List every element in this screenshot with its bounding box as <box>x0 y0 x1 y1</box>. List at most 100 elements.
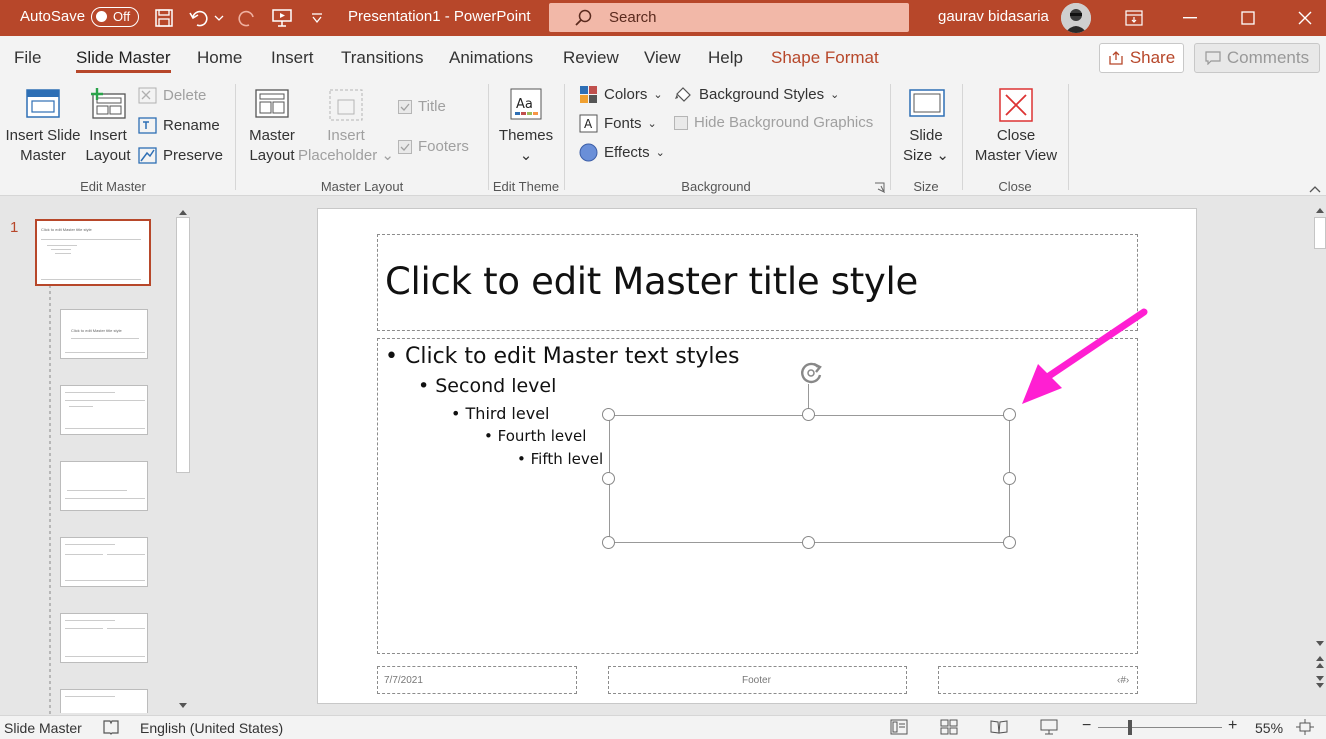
insert-slide-master-button[interactable]: Insert Slide Master <box>4 88 82 166</box>
svg-text:A: A <box>584 117 593 131</box>
layout-thumbnail[interactable] <box>60 689 148 713</box>
tab-review[interactable]: Review <box>563 48 619 68</box>
scrollbar-thumb[interactable] <box>176 217 190 473</box>
insert-layout-button[interactable]: Insert Layout <box>84 88 132 166</box>
thumb-line <box>47 245 77 246</box>
hide-background-graphics-checkbox[interactable]: Hide Background Graphics <box>674 114 873 131</box>
tab-transitions[interactable]: Transitions <box>341 48 424 68</box>
tab-slide-master[interactable]: Slide Master <box>76 48 170 68</box>
canvas-scrollbar[interactable] <box>1314 197 1326 713</box>
slide-show-icon[interactable] <box>1040 719 1058 738</box>
slide-sorter-icon[interactable] <box>940 719 958 738</box>
language-status[interactable]: English (United States) <box>140 720 283 736</box>
tab-help[interactable]: Help <box>708 48 743 68</box>
share-button[interactable]: Share <box>1099 43 1184 73</box>
search-box[interactable]: Search <box>549 3 909 32</box>
level-1-text[interactable]: • Click to edit Master text styles <box>385 344 739 369</box>
layout-thumbnail[interactable] <box>60 385 148 435</box>
footers-checkbox[interactable]: Footers <box>398 138 469 155</box>
scroll-up-icon[interactable] <box>1315 201 1325 217</box>
user-name[interactable]: gaurav bidasaria <box>938 8 1049 25</box>
preserve-button[interactable]: Preserve <box>138 147 223 164</box>
undo-dropdown-icon[interactable] <box>211 6 227 30</box>
layout-thumbnail[interactable] <box>60 461 148 511</box>
tab-insert[interactable]: Insert <box>271 48 314 68</box>
undo-icon[interactable] <box>187 6 211 30</box>
fonts-button[interactable]: A Fonts ⌄ <box>579 114 657 133</box>
themes-button[interactable]: Aa Themes ⌄ <box>496 88 556 166</box>
scroll-down-icon[interactable] <box>178 697 188 713</box>
delete-icon <box>138 87 157 104</box>
thumb-line <box>69 406 93 407</box>
minimize-icon[interactable] <box>1170 4 1210 32</box>
close-window-icon[interactable] <box>1285 4 1325 32</box>
effects-button[interactable]: Effects ⌄ <box>579 143 665 162</box>
level-2-text[interactable]: • Second level <box>418 375 556 397</box>
resize-handle-bottom-right[interactable] <box>1003 536 1016 549</box>
resize-handle-bottom[interactable] <box>802 536 815 549</box>
next-slide-icon[interactable] <box>1315 675 1325 692</box>
tab-file[interactable]: File <box>14 48 41 68</box>
resize-handle-top-left[interactable] <box>602 408 615 421</box>
resize-handle-bottom-left[interactable] <box>602 536 615 549</box>
customize-toolbar-icon[interactable] <box>305 6 329 30</box>
insert-placeholder-button[interactable]: Insert Placeholder ⌄ <box>298 88 394 166</box>
slide-size-button[interactable]: Slide Size ⌄ <box>898 88 954 166</box>
size-group-label: Size <box>913 179 939 194</box>
background-styles-button[interactable]: Background Styles ⌄ <box>674 85 839 104</box>
reading-view-icon[interactable] <box>990 719 1008 738</box>
colors-button[interactable]: Colors ⌄ <box>579 85 663 104</box>
zoom-slider-thumb[interactable] <box>1128 720 1132 735</box>
resize-handle-top[interactable] <box>802 408 815 421</box>
collapse-ribbon-icon[interactable] <box>1309 180 1321 196</box>
scroll-down-icon[interactable] <box>1315 635 1325 651</box>
rename-button[interactable]: Rename <box>138 117 220 134</box>
thumb-line <box>65 656 145 657</box>
zoom-out-icon[interactable]: − <box>1082 717 1091 735</box>
level-5-text[interactable]: • Fifth level <box>517 450 603 468</box>
thumb-line <box>65 696 115 697</box>
tab-animations[interactable]: Animations <box>449 48 533 68</box>
master-thumbnail[interactable]: Click to edit Master title style <box>35 219 151 286</box>
fit-slide-icon[interactable] <box>1296 719 1314 738</box>
zoom-level[interactable]: 55% <box>1255 720 1283 736</box>
layout-thumbnail[interactable] <box>60 613 148 663</box>
tab-view[interactable]: View <box>644 48 681 68</box>
zoom-in-icon[interactable]: + <box>1228 717 1237 735</box>
tab-shape-format[interactable]: Shape Format <box>771 48 879 68</box>
avatar[interactable] <box>1061 3 1091 33</box>
resize-handle-right[interactable] <box>1003 472 1016 485</box>
master-layout-button[interactable]: Master Layout <box>244 88 300 166</box>
rotate-handle-icon[interactable] <box>796 359 826 390</box>
thumbnail-scrollbar[interactable] <box>174 197 192 713</box>
title-checkbox[interactable]: Title <box>398 98 446 115</box>
comments-button[interactable]: Comments <box>1194 43 1320 73</box>
autosave-label: AutoSave <box>20 8 86 25</box>
delete-button[interactable]: Delete <box>138 87 206 104</box>
tab-home[interactable]: Home <box>197 48 242 68</box>
layout-thumbnail[interactable] <box>60 537 148 587</box>
accessibility-icon[interactable] <box>102 719 120 738</box>
save-icon[interactable] <box>152 6 176 30</box>
ribbon-display-options-icon[interactable] <box>1114 4 1154 32</box>
slide-number-placeholder[interactable] <box>938 666 1138 694</box>
layout-thumbnail[interactable]: Click to edit Master title style <box>60 309 148 359</box>
maximize-icon[interactable] <box>1228 4 1268 32</box>
dialog-launcher-icon[interactable] <box>874 180 886 196</box>
zoom-slider[interactable] <box>1098 727 1222 728</box>
redo-icon[interactable] <box>235 6 259 30</box>
scrollbar-thumb[interactable] <box>1314 217 1326 249</box>
autosave-toggle[interactable]: Off <box>91 7 139 27</box>
level-3-text[interactable]: • Third level <box>451 404 549 423</box>
resize-handle-left[interactable] <box>602 472 615 485</box>
layout-thumb-title: Click to edit Master title style <box>71 328 122 333</box>
resize-handle-top-right[interactable] <box>1003 408 1016 421</box>
selected-shape[interactable] <box>609 415 1010 543</box>
previous-slide-icon[interactable] <box>1315 655 1325 672</box>
level-4-text[interactable]: • Fourth level <box>484 427 586 445</box>
master-title-text[interactable]: Click to edit Master title style <box>385 260 918 303</box>
present-from-start-icon[interactable] <box>270 6 294 30</box>
normal-view-icon[interactable] <box>890 719 908 738</box>
close-master-view-button[interactable]: Close Master View <box>970 88 1062 166</box>
footer-text: Footer <box>742 675 771 686</box>
